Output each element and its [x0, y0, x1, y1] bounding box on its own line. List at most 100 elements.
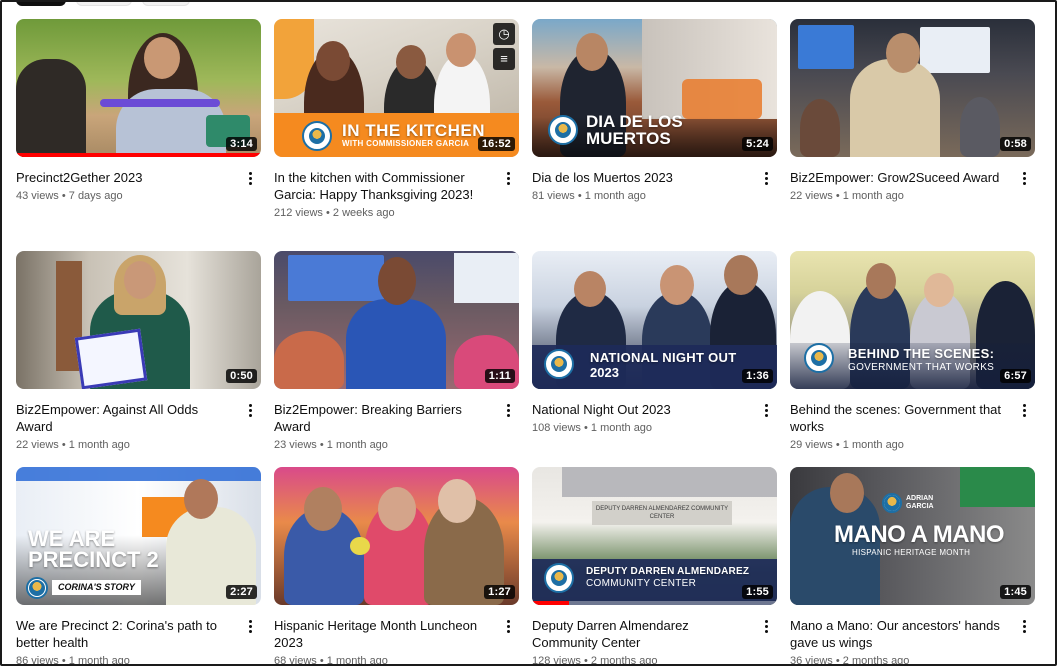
add-to-queue-icon[interactable]: ≡: [493, 48, 515, 70]
county-seal-icon: [548, 115, 578, 145]
video-thumbnail[interactable]: BEHIND THE SCENES: GOVERNMENT THAT WORKS…: [790, 251, 1035, 389]
watch-later-icon[interactable]: ◷: [493, 23, 515, 45]
video-thumbnail[interactable]: 3:14: [16, 19, 261, 157]
thumbnail-overlay-subtitle: COMMUNITY CENTER: [586, 578, 697, 589]
thumbnail-overlay-title: WE ARE PRECINCT 2: [28, 526, 159, 572]
county-seal-icon: [544, 349, 574, 379]
video-title[interactable]: Mano a Mano: Our ancestors' hands gave u…: [790, 617, 1009, 651]
duration-badge: 0:58: [1000, 137, 1031, 151]
video-card[interactable]: 0:58 Biz2Empower: Grow2Suceed Award 22 v…: [790, 19, 1035, 251]
video-stats: 29 views • 1 month ago: [790, 439, 904, 451]
filter-chip[interactable]: [16, 0, 66, 6]
video-stats: 108 views • 1 month ago: [532, 422, 653, 434]
duration-badge: 1:45: [1000, 585, 1031, 599]
duration-badge: 0:50: [226, 369, 257, 383]
county-seal-icon: [302, 121, 332, 151]
thumbnail-overlay-subtitle: 2023: [590, 365, 619, 380]
thumbnail-overlay-title: MANO A MANO: [834, 521, 1005, 548]
filter-chip[interactable]: [142, 0, 190, 6]
video-stats: 22 views • 1 month ago: [790, 190, 904, 202]
duration-badge: 1:11: [484, 369, 515, 383]
more-actions-icon[interactable]: [497, 615, 519, 637]
thumbnail-overlay-subtitle: HISPANIC HERITAGE MONTH: [852, 548, 971, 557]
more-actions-icon[interactable]: [755, 399, 777, 421]
video-title[interactable]: Behind the scenes: Government that works: [790, 401, 1009, 435]
duration-badge: 1:36: [742, 369, 773, 383]
video-stats: 128 views • 2 months ago: [532, 655, 658, 666]
county-seal-icon: [26, 577, 48, 599]
video-card[interactable]: 0:50 Biz2Empower: Against All Odds Award…: [16, 251, 261, 467]
video-title[interactable]: Hispanic Heritage Month Luncheon 2023: [274, 617, 493, 651]
duration-badge: 1:27: [484, 585, 515, 599]
video-title[interactable]: In the kitchen with Commissioner Garcia:…: [274, 169, 493, 203]
video-stats: 22 views • 1 month ago: [16, 439, 130, 451]
more-actions-icon[interactable]: [1013, 167, 1035, 189]
thumbnail-overlay-title: NATIONAL NIGHT OUT: [590, 350, 737, 365]
video-thumbnail[interactable]: NATIONAL NIGHT OUT 2023 1:36: [532, 251, 777, 389]
video-card[interactable]: IN THE KITCHEN WITH COMMISSIONER GARCIA …: [274, 19, 519, 251]
video-card[interactable]: NATIONAL NIGHT OUT 2023 1:36 National Ni…: [532, 251, 777, 467]
thumbnail-overlay-title: DEPUTY DARREN ALMENDAREZ: [586, 566, 750, 577]
video-title[interactable]: Dia de los Muertos 2023: [532, 169, 751, 186]
duration-badge: 2:27: [226, 585, 257, 599]
video-card[interactable]: 1:11 Biz2Empower: Breaking Barriers Awar…: [274, 251, 519, 467]
more-actions-icon[interactable]: [755, 167, 777, 189]
video-grid: 3:14 Precinct2Gether 2023 43 views • 7 d…: [16, 19, 1035, 666]
logo-text: ADRIAN GARCIA: [906, 495, 934, 510]
video-card[interactable]: BEHIND THE SCENES: GOVERNMENT THAT WORKS…: [790, 251, 1035, 467]
video-thumbnail[interactable]: IN THE KITCHEN WITH COMMISSIONER GARCIA …: [274, 19, 519, 157]
video-card[interactable]: 3:14 Precinct2Gether 2023 43 views • 7 d…: [16, 19, 261, 251]
video-thumbnail[interactable]: 1:27: [274, 467, 519, 605]
video-stats: 43 views • 7 days ago: [16, 190, 123, 202]
more-actions-icon[interactable]: [497, 399, 519, 421]
county-seal-icon: [882, 493, 902, 513]
video-title[interactable]: Biz2Empower: Grow2Suceed Award: [790, 169, 1009, 186]
video-title[interactable]: National Night Out 2023: [532, 401, 751, 418]
video-title[interactable]: We are Precinct 2: Corina's path to bett…: [16, 617, 235, 651]
video-thumbnail[interactable]: DIA DE LOS MUERTOS 5:24: [532, 19, 777, 157]
thumbnail-overlay-title: IN THE KITCHEN: [342, 121, 485, 140]
building-sign: DEPUTY DARREN ALMENDAREZ COMMUNITY CENTE…: [592, 501, 732, 525]
video-stats: 86 views • 1 month ago: [16, 655, 130, 666]
video-title[interactable]: Biz2Empower: Breaking Barriers Award: [274, 401, 493, 435]
more-actions-icon[interactable]: [497, 167, 519, 189]
more-actions-icon[interactable]: [1013, 399, 1035, 421]
video-stats: 212 views • 2 weeks ago: [274, 207, 395, 219]
video-thumbnail[interactable]: DEPUTY DARREN ALMENDAREZ COMMUNITY CENTE…: [532, 467, 777, 605]
video-stats: 36 views • 2 months ago: [790, 655, 910, 666]
thumbnail-overlay-subtitle: WITH COMMISSIONER GARCIA: [342, 140, 470, 148]
video-card[interactable]: DEPUTY DARREN ALMENDAREZ COMMUNITY CENTE…: [532, 467, 777, 666]
video-thumbnail[interactable]: 1:11: [274, 251, 519, 389]
thumbnail-overlay-subtitle: CORINA'S STORY: [52, 580, 141, 595]
more-actions-icon[interactable]: [1013, 615, 1035, 637]
duration-badge: 5:24: [742, 137, 773, 151]
more-actions-icon[interactable]: [239, 399, 261, 421]
video-title[interactable]: Biz2Empower: Against All Odds Award: [16, 401, 235, 435]
more-actions-icon[interactable]: [239, 167, 261, 189]
video-card[interactable]: WE ARE PRECINCT 2 CORINA'S STORY 2:27 We…: [16, 467, 261, 666]
hover-actions: ◷ ≡: [493, 23, 515, 70]
video-card[interactable]: DIA DE LOS MUERTOS 5:24 Dia de los Muert…: [532, 19, 777, 251]
video-stats: 81 views • 1 month ago: [532, 190, 646, 202]
video-thumbnail[interactable]: 0:50: [16, 251, 261, 389]
video-thumbnail[interactable]: ADRIAN GARCIA MANO A MANO HISPANIC HERIT…: [790, 467, 1035, 605]
video-thumbnail[interactable]: 0:58: [790, 19, 1035, 157]
filter-chip[interactable]: [76, 0, 132, 6]
video-title[interactable]: Deputy Darren Almendarez Community Cente…: [532, 617, 751, 651]
thumbnail-overlay-subtitle: GOVERNMENT THAT WORKS: [848, 362, 995, 373]
duration-badge: 3:14: [226, 137, 257, 151]
video-thumbnail[interactable]: WE ARE PRECINCT 2 CORINA'S STORY 2:27: [16, 467, 261, 605]
duration-badge: 1:55: [742, 585, 773, 599]
filter-chips: [16, 0, 190, 6]
more-actions-icon[interactable]: [755, 615, 777, 637]
thumbnail-overlay-title: DIA DE LOS MUERTOS: [586, 112, 683, 148]
duration-badge: 16:52: [477, 137, 515, 151]
video-title[interactable]: Precinct2Gether 2023: [16, 169, 235, 186]
video-card[interactable]: ADRIAN GARCIA MANO A MANO HISPANIC HERIT…: [790, 467, 1035, 666]
video-stats: 23 views • 1 month ago: [274, 439, 388, 451]
more-actions-icon[interactable]: [239, 615, 261, 637]
video-card[interactable]: 1:27 Hispanic Heritage Month Luncheon 20…: [274, 467, 519, 666]
county-seal-icon: [544, 563, 574, 593]
video-stats: 68 views • 1 month ago: [274, 655, 388, 666]
thumbnail-overlay-title: BEHIND THE SCENES:: [848, 346, 995, 361]
